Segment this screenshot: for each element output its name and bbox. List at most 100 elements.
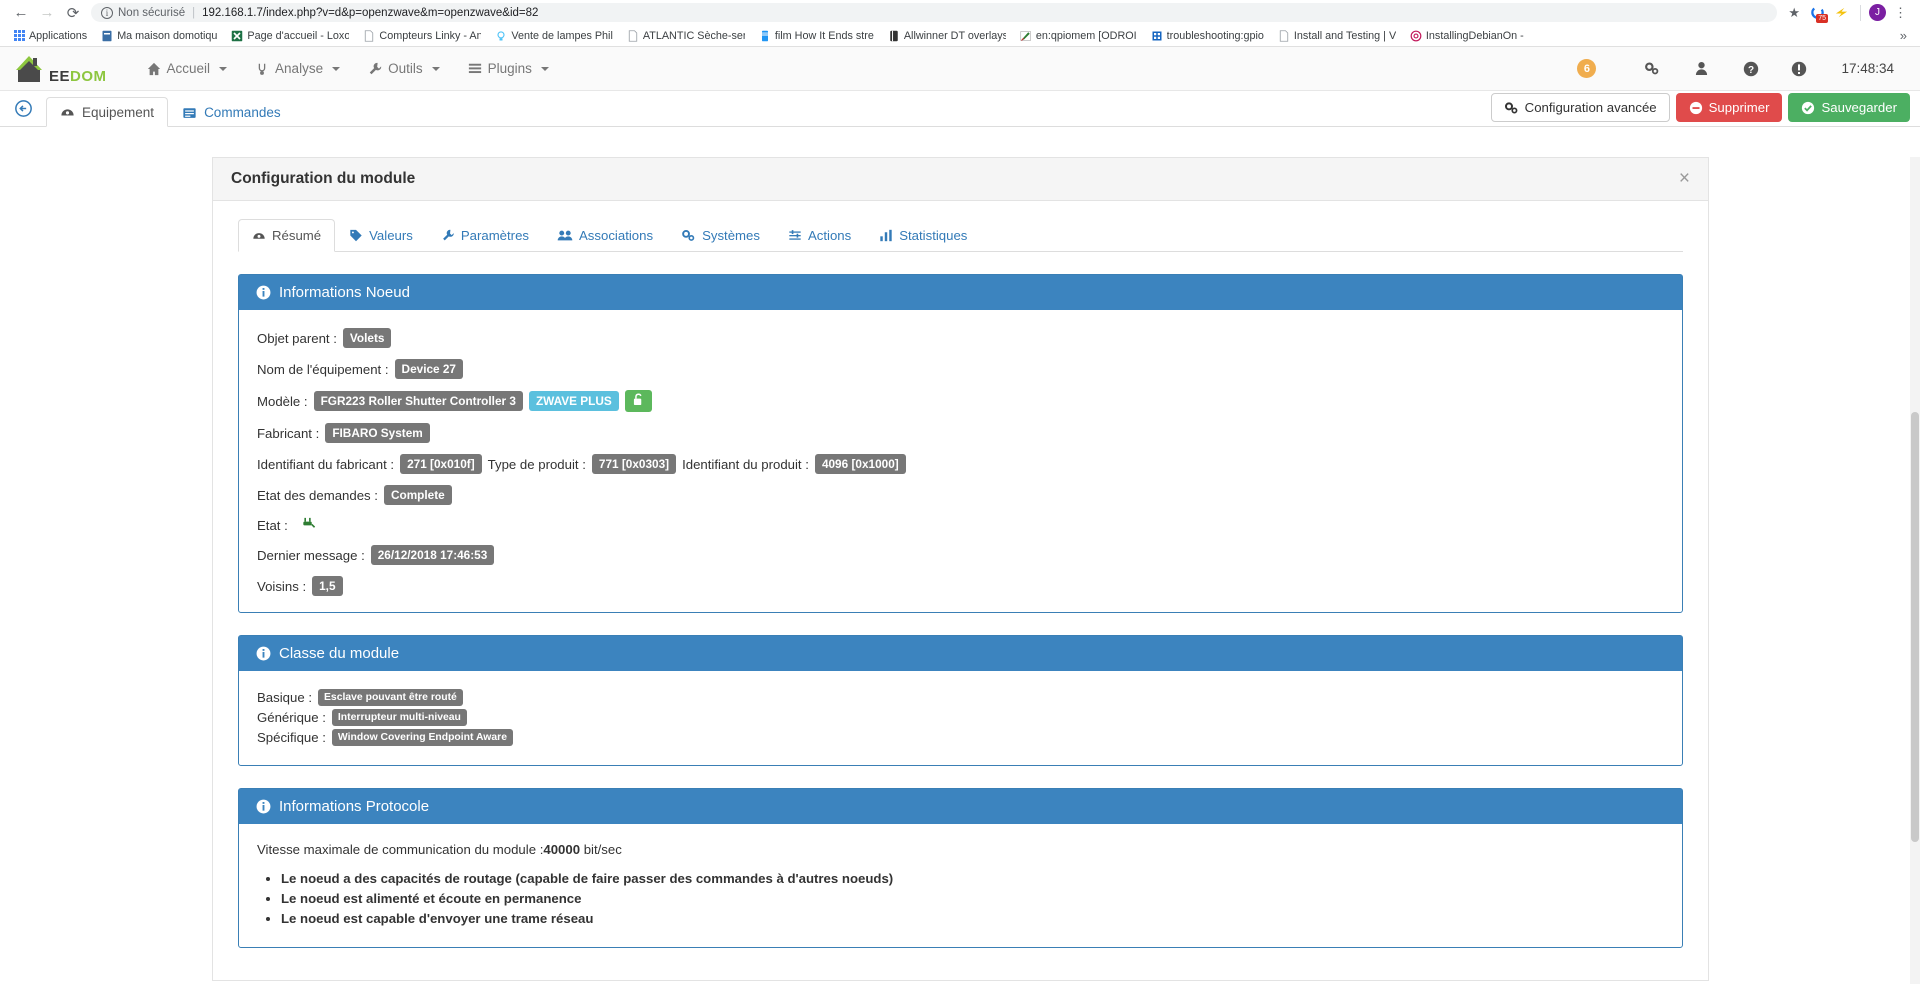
url-text: 192.168.1.7/index.php?v=d&p=openzwave&m=…	[202, 6, 539, 19]
basic-class-row: Basique : Esclave pouvant être routé	[257, 689, 1664, 706]
nav-item-plugins[interactable]: Plugins	[454, 47, 563, 91]
chrome-divider	[1860, 4, 1861, 21]
module-class-card: Classe du module Basique : Esclave pouva…	[238, 635, 1683, 766]
tab-valeurs[interactable]: Valeurs	[335, 219, 427, 252]
save-button[interactable]: Sauvegarder	[1788, 93, 1910, 122]
protocol-info-header: Informations Protocole	[239, 789, 1682, 824]
tab-statistiques[interactable]: Statistiques	[865, 219, 981, 252]
tab-resume[interactable]: Résumé	[238, 219, 336, 252]
plain-page-icon	[1279, 29, 1289, 42]
bookmark-item[interactable]: Allwinner DT overlays	[881, 30, 1013, 42]
protocol-capability-list: Le noeud a des capacités de routage (cap…	[257, 871, 1664, 926]
tab-label: Associations	[579, 228, 654, 243]
lightning-extension-icon[interactable]	[1831, 5, 1852, 20]
extension-sync-icon[interactable]: 75	[1807, 5, 1828, 23]
card-title: Informations Protocole	[279, 798, 430, 815]
panel-content: Résumé Valeurs Paramètres Associations S…	[213, 201, 1708, 980]
address-bar[interactable]: i Non sécurisé | 192.168.1.7/index.php?v…	[91, 3, 1778, 22]
field-label: Spécifique :	[257, 730, 326, 745]
jeedom-wordmark: EEDOM	[49, 67, 107, 85]
tab-associations[interactable]: Associations	[543, 219, 667, 252]
tab-label: Paramètres	[460, 228, 530, 243]
field-label: Dernier message :	[257, 547, 365, 563]
bookmark-item[interactable]: troubleshooting:gpio	[1144, 30, 1271, 42]
protocol-info-body: Vitesse maximale de communication du mod…	[239, 824, 1682, 947]
browser-menu-icon[interactable]: ⋮	[1889, 6, 1912, 19]
info-circle-icon	[256, 799, 271, 814]
plain-page-icon	[628, 29, 638, 42]
help-button[interactable]: ?	[1729, 61, 1773, 77]
manufacturer-row: Fabricant : FIBARO System	[257, 423, 1664, 443]
bookmark-item[interactable]: Page d'accueil - Loxo	[224, 30, 356, 42]
bookmark-item[interactable]: Applications	[7, 30, 94, 42]
bookmark-label: Ma maison domotiqu	[117, 29, 218, 42]
reload-icon[interactable]: ⟳	[60, 2, 86, 24]
neighbours-value: 1,5	[312, 576, 343, 596]
tab-parametres[interactable]: Paramètres	[427, 219, 543, 252]
nav-item-outils[interactable]: Outils	[354, 47, 454, 91]
chevron-down-icon	[431, 66, 440, 71]
nav-item-accueil[interactable]: Accueil	[133, 47, 242, 91]
bookmark-item[interactable]: Vente de lampes Phil	[488, 30, 619, 42]
neighbours-row: Voisins : 1,5	[257, 576, 1664, 596]
nav-item-analyse[interactable]: Analyse	[241, 47, 354, 91]
blue-book-icon	[761, 30, 768, 41]
tab-equipement[interactable]: Equipement	[46, 97, 169, 127]
field-label: Voisins :	[257, 578, 307, 594]
alert-circle-icon	[1792, 61, 1807, 76]
bookmark-label: Install and Testing | V	[1293, 29, 1396, 42]
unlock-icon	[624, 390, 652, 412]
list-icon	[468, 63, 481, 73]
blue-tower-icon	[1152, 31, 1162, 40]
node-info-card: Informations Noeud Objet parent : Volets…	[238, 274, 1683, 613]
bookmark-item[interactable]: film How It Ends stre	[752, 30, 881, 42]
node-info-body: Objet parent : Volets Nom de l'équipemen…	[239, 310, 1682, 612]
bookmark-item[interactable]: en:qpiomem [ODROI	[1013, 30, 1144, 42]
ids-row: Identifiant du fabricant : 271 [0x010f] …	[257, 454, 1664, 474]
device-icon	[61, 109, 74, 116]
bookmark-item[interactable]: Compteurs Linky - An	[356, 30, 488, 42]
field-label: Identifiant du fabricant :	[257, 456, 395, 472]
bookmark-item[interactable]: ATLANTIC Sèche-ser	[620, 30, 752, 42]
bookmark-item[interactable]: Ma maison domotiqu	[94, 30, 224, 42]
clock-display: 17:48:34	[1841, 61, 1894, 76]
extension-badge-count: 75	[1816, 14, 1828, 23]
list-item: Le noeud a des capacités de routage (cap…	[281, 871, 1664, 886]
page-scrollbar[interactable]	[1910, 157, 1920, 984]
bookmarks-overflow-icon[interactable]: »	[1894, 28, 1913, 43]
page-body: Configuration du module × Résumé Valeurs…	[0, 127, 1920, 984]
speed-label: Vitesse maximale de communication du mod…	[257, 842, 544, 857]
help-circle-icon: ?	[1744, 61, 1759, 76]
module-tabs: Résumé Valeurs Paramètres Associations S…	[238, 219, 1683, 252]
tag-icon	[350, 229, 362, 242]
scrollbar-thumb[interactable]	[1911, 412, 1919, 842]
omnibox-divider: |	[192, 6, 196, 19]
field-label: Etat des demandes :	[257, 487, 378, 503]
jeedom-logo[interactable]: EEDOM	[14, 54, 107, 84]
tab-systemes[interactable]: Systèmes	[667, 219, 774, 252]
tab-label: Valeurs	[369, 228, 413, 243]
bookmark-label: ATLANTIC Sèche-ser	[642, 29, 745, 42]
chrome-right-controls: ★ 75 J ⋮	[1784, 4, 1912, 23]
tab-actions[interactable]: Actions	[774, 219, 865, 252]
quill-icon	[1020, 30, 1031, 41]
settings-menu-button[interactable]	[1630, 61, 1677, 76]
user-menu-button[interactable]	[1681, 61, 1725, 76]
advanced-config-button[interactable]: Configuration avancée	[1490, 93, 1670, 122]
bookmark-item[interactable]: InstallingDebianOn -	[1403, 30, 1531, 42]
tab-commandes[interactable]: Commandes	[168, 97, 295, 127]
parent-object-row: Objet parent : Volets	[257, 328, 1664, 348]
query-stage-row: Etat des demandes : Complete	[257, 485, 1664, 505]
speed-value: 40000	[543, 842, 581, 857]
delete-button[interactable]: Supprimer	[1675, 93, 1783, 122]
model-row: Modèle : FGR223 Roller Shutter Controlle…	[257, 390, 1664, 412]
alert-button[interactable]	[1777, 61, 1821, 77]
forward-arrow-icon[interactable]: →	[34, 2, 60, 24]
bookmark-star-icon[interactable]: ★	[1784, 5, 1804, 21]
profile-avatar[interactable]: J	[1869, 4, 1886, 21]
notification-badge[interactable]: 6	[1577, 59, 1597, 78]
close-icon[interactable]: ×	[1679, 169, 1690, 188]
bookmark-item[interactable]: Install and Testing | V	[1271, 30, 1403, 42]
back-arrow-icon[interactable]: ←	[8, 2, 34, 24]
collapse-left-icon[interactable]	[0, 90, 46, 126]
